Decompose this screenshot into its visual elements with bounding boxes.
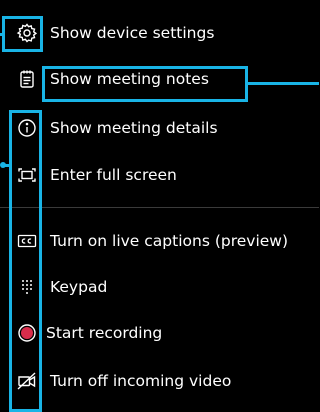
menu-item-label: Keypad [50, 278, 108, 296]
callout-box-icon-column [9, 110, 42, 412]
menu-item-incoming-video[interactable]: Turn off incoming video [0, 358, 319, 404]
notes-icon [16, 68, 38, 90]
menu-item-start-recording[interactable]: Start recording [0, 310, 319, 356]
callout-box-meeting-notes [42, 66, 248, 102]
more-actions-menu: Show device settings Show meeting notes [0, 0, 319, 412]
menu-item-keypad[interactable]: Keypad [0, 264, 319, 310]
menu-item-live-captions[interactable]: Turn on live captions (preview) [0, 218, 319, 264]
callout-leader-left [0, 33, 4, 36]
menu-item-label: Turn off incoming video [50, 372, 232, 390]
menu-item-label: Start recording [46, 324, 163, 342]
callout-leader-column [3, 164, 11, 167]
menu-divider [0, 207, 319, 208]
menu-item-meeting-details[interactable]: Show meeting details [0, 105, 319, 151]
menu-item-full-screen[interactable]: Enter full screen [0, 152, 319, 198]
callout-leader-right [248, 82, 319, 85]
callout-box-settings-icon [2, 16, 43, 52]
menu-item-label: Show meeting details [50, 119, 218, 137]
menu-item-label: Enter full screen [50, 166, 177, 184]
menu-item-label: Show device settings [50, 24, 215, 42]
menu-item-device-settings[interactable]: Show device settings [0, 10, 319, 56]
menu-item-label: Turn on live captions (preview) [50, 232, 289, 250]
